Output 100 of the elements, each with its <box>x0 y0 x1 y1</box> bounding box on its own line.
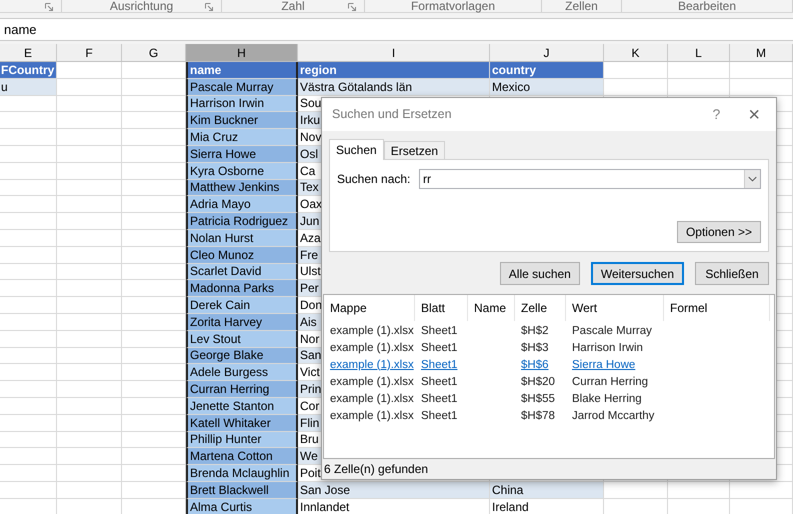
results-column-header[interactable]: Mappe <box>330 299 367 317</box>
grid-cell[interactable] <box>57 196 122 214</box>
grid-cell[interactable] <box>0 162 57 180</box>
grid-cell[interactable] <box>57 348 122 364</box>
grid-cell[interactable] <box>57 280 122 298</box>
grid-cell[interactable] <box>57 230 122 247</box>
grid-cell[interactable] <box>57 96 122 112</box>
grid-cell[interactable] <box>0 213 57 230</box>
table-cell: Mexico <box>492 80 530 93</box>
close-button[interactable]: × <box>748 104 760 124</box>
grid-cell[interactable] <box>0 196 57 214</box>
grid-cell[interactable] <box>57 482 122 499</box>
grid-cell[interactable] <box>0 230 57 247</box>
grid-cell[interactable] <box>0 465 57 482</box>
dialog-launcher-icon[interactable] <box>205 3 213 11</box>
grid-cell[interactable] <box>0 398 57 415</box>
grid-cell[interactable] <box>0 297 57 314</box>
dialog-button[interactable]: Weitersuchen <box>590 262 684 285</box>
result-row[interactable]: example (1).xlsx Sheet1 $H$78 Jarrod Mccarthy <box>324 406 774 423</box>
dialog-tab[interactable]: Ersetzen <box>384 141 446 159</box>
grid-cell[interactable] <box>57 432 122 448</box>
dialog-button[interactable]: Alle suchen <box>500 262 580 285</box>
result-row[interactable]: example (1).xlsx Sheet1 $H$3 Harrison Irwin <box>324 338 774 355</box>
grid-cell[interactable] <box>57 62 122 79</box>
grid-cell[interactable] <box>668 482 730 499</box>
grid-cell[interactable] <box>57 297 122 314</box>
grid-cell[interactable] <box>0 264 57 280</box>
grid-cell[interactable] <box>0 482 57 499</box>
grid-cell[interactable] <box>57 314 122 331</box>
dialog-button[interactable]: Schließen <box>695 262 769 285</box>
grid-cell[interactable] <box>668 78 730 96</box>
table-cell: China <box>492 484 524 496</box>
grid-cell[interactable] <box>57 146 122 163</box>
grid-cell[interactable] <box>0 314 57 331</box>
result-row[interactable]: example (1).xlsx Sheet1 $H$2 Pascale Murray <box>324 321 774 338</box>
grid-cell[interactable] <box>0 96 57 112</box>
grid-cell[interactable] <box>57 213 122 230</box>
grid-cell[interactable] <box>0 280 57 298</box>
grid-cell[interactable] <box>57 364 122 382</box>
results-column-header[interactable]: Blatt <box>421 299 446 317</box>
table-cell: Poit <box>300 467 321 480</box>
grid-cell[interactable] <box>604 482 668 499</box>
options-button[interactable]: Optionen >> <box>676 221 761 243</box>
table-cell: FCountry <box>1 64 54 76</box>
table-cell: Katell Whitaker <box>190 416 271 429</box>
grid-cell[interactable] <box>57 448 122 466</box>
dropdown-caret-icon[interactable] <box>744 170 760 188</box>
grid-cell[interactable] <box>57 414 122 432</box>
grid-cell[interactable]: u <box>0 78 57 96</box>
results-column-header[interactable]: Name <box>474 299 506 317</box>
grid-cell[interactable] <box>0 432 57 448</box>
table-cell: Västra Götalands län <box>300 80 412 93</box>
grid-cell[interactable] <box>57 246 122 264</box>
dialog-launcher-icon[interactable] <box>45 3 53 11</box>
ribbon-group-label: Zahl <box>281 0 305 12</box>
grid-cell[interactable] <box>668 62 730 79</box>
grid-cell[interactable] <box>0 129 57 146</box>
grid-cell[interactable] <box>57 162 122 180</box>
result-row[interactable]: example (1).xlsx Sheet1 $H$55 Blake Herring <box>324 389 774 406</box>
search-field[interactable]: rr <box>419 169 761 189</box>
results-column-header[interactable]: Formel <box>670 299 708 317</box>
grid-cell[interactable] <box>730 482 793 499</box>
grid-cell[interactable] <box>730 62 793 79</box>
help-button[interactable]: ? <box>712 104 720 125</box>
grid-cell[interactable] <box>604 62 668 79</box>
grid-cell[interactable] <box>57 398 122 415</box>
table-cell: Nolan Hurst <box>190 232 254 244</box>
grid-cell[interactable] <box>57 381 122 398</box>
dialog-tab[interactable]: Suchen <box>329 139 384 160</box>
grid-cell[interactable] <box>0 381 57 398</box>
grid-cell[interactable] <box>0 348 57 364</box>
table-cell: Alma Curtis <box>190 500 252 513</box>
grid-cell[interactable]: FCountry <box>0 62 57 79</box>
grid-cell[interactable] <box>0 448 57 466</box>
column-header[interactable]: H <box>186 44 298 61</box>
table-cell: Jenette Stanton <box>190 400 274 412</box>
grid-cell[interactable] <box>0 112 57 130</box>
grid-cell[interactable] <box>0 414 57 432</box>
grid-cell[interactable] <box>57 180 122 196</box>
result-row[interactable]: example (1).xlsx Sheet1 $H$20 Curran Herring <box>324 372 774 389</box>
grid-cell[interactable] <box>57 112 122 130</box>
result-row[interactable]: example (1).xlsx Sheet1 $H$6 Sierra Howe <box>324 355 774 372</box>
table-cell: Brett Blackwell <box>190 484 269 496</box>
results-column-header[interactable]: Wert <box>572 299 598 317</box>
grid-cell[interactable] <box>57 264 122 280</box>
grid-cell[interactable] <box>604 78 668 96</box>
grid-cell[interactable] <box>0 246 57 264</box>
grid-cell[interactable] <box>0 146 57 163</box>
table-cell: Bru <box>300 433 319 446</box>
grid-cell[interactable] <box>730 78 793 96</box>
grid-cell[interactable] <box>0 364 57 382</box>
results-column-header[interactable]: Zelle <box>521 299 548 317</box>
table-cell: San <box>300 349 322 362</box>
grid-cell[interactable] <box>57 330 122 348</box>
grid-cell[interactable] <box>57 465 122 482</box>
grid-cell[interactable] <box>57 78 122 96</box>
dialog-launcher-icon[interactable] <box>348 3 356 11</box>
grid-cell[interactable] <box>0 180 57 196</box>
grid-cell[interactable] <box>0 330 57 348</box>
grid-cell[interactable] <box>57 129 122 146</box>
